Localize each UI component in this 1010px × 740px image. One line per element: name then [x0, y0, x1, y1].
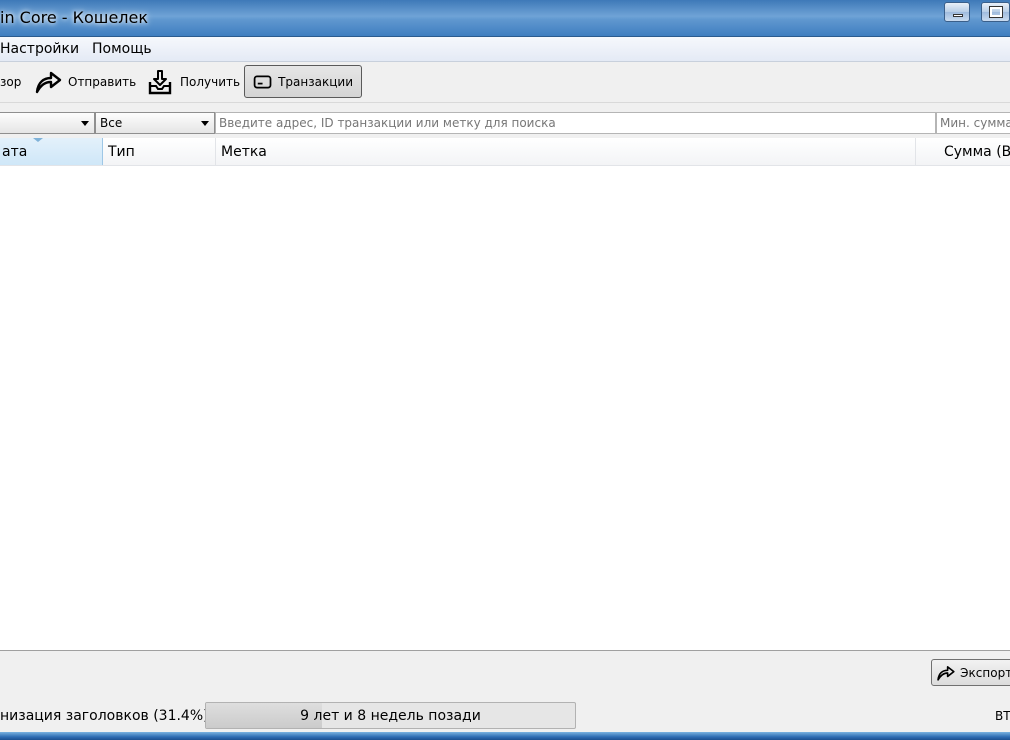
- receive-button[interactable]: Получить: [146, 65, 240, 98]
- column-header-date[interactable]: ата: [0, 138, 103, 165]
- column-header-type-label: Тип: [108, 144, 135, 160]
- toolbar: зор Отправить Получить Транзакции: [0, 62, 1010, 103]
- title-bar: in Core - Кошелек: [0, 0, 1010, 37]
- transactions-label: Транзакции: [278, 74, 353, 89]
- export-arrow-icon: [937, 665, 955, 681]
- table-header: ата Тип Метка Сумма (BT: [0, 138, 1010, 166]
- column-header-label-label: Метка: [221, 144, 267, 160]
- min-amount-input[interactable]: Мин. сумма: [936, 112, 1010, 134]
- receive-label: Получить: [180, 74, 241, 89]
- column-header-amount-label: Сумма (BT: [944, 144, 1010, 160]
- type-filter-combo[interactable]: Все: [95, 112, 215, 134]
- transactions-table[interactable]: ата Тип Метка Сумма (BT: [0, 138, 1010, 651]
- chevron-down-icon: [81, 121, 89, 126]
- minimize-button[interactable]: [944, 2, 970, 22]
- bottom-panel: Экспорти: [0, 651, 1010, 699]
- filter-row: Все Введите адрес, ID транзакции или мет…: [0, 112, 1010, 136]
- column-header-amount[interactable]: Сумма (BT: [916, 138, 1010, 165]
- export-label: Экспорти: [960, 665, 1010, 680]
- date-filter-combo[interactable]: [0, 112, 95, 134]
- sort-descending-icon: [33, 138, 43, 142]
- column-header-date-label: ата: [2, 144, 28, 160]
- unit-label[interactable]: BT: [995, 709, 1010, 723]
- send-arrow-icon: [35, 71, 62, 93]
- column-header-label[interactable]: Метка: [216, 138, 916, 165]
- export-button[interactable]: Экспорти: [931, 659, 1010, 686]
- minimize-icon: [953, 14, 963, 17]
- card-icon: [253, 75, 272, 88]
- transactions-button[interactable]: Транзакции: [244, 65, 362, 98]
- chevron-down-icon: [201, 121, 209, 126]
- overview-label: зор: [0, 74, 22, 89]
- search-placeholder: Введите адрес, ID транзакции или метку д…: [219, 116, 556, 130]
- column-header-type[interactable]: Тип: [103, 138, 216, 165]
- overview-button[interactable]: зор: [0, 65, 21, 98]
- type-filter-value: Все: [100, 116, 123, 130]
- min-amount-placeholder: Мин. сумма: [940, 116, 1010, 130]
- maximize-button[interactable]: [981, 2, 1010, 22]
- status-bar: низация заголовков (31.4%)... 9 лет и 8 …: [0, 700, 1010, 732]
- sync-progress-bar: 9 лет и 8 недель позади: [205, 702, 576, 729]
- receive-inbox-icon: [148, 69, 172, 94]
- sync-status-text: низация заголовков (31.4%)...: [0, 708, 222, 724]
- search-input[interactable]: Введите адрес, ID транзакции или метку д…: [215, 112, 936, 134]
- window-title: in Core - Кошелек: [0, 8, 149, 27]
- send-button[interactable]: Отправить: [34, 65, 136, 98]
- menu-bar: Настройки Помощь: [0, 37, 1010, 62]
- send-label: Отправить: [68, 74, 137, 89]
- taskbar-strip: [0, 732, 1010, 740]
- sync-progress-label: 9 лет и 8 недель позади: [300, 708, 481, 724]
- maximize-icon: [989, 6, 1003, 18]
- menu-help[interactable]: Помощь: [92, 41, 152, 57]
- menu-settings[interactable]: Настройки: [0, 41, 79, 57]
